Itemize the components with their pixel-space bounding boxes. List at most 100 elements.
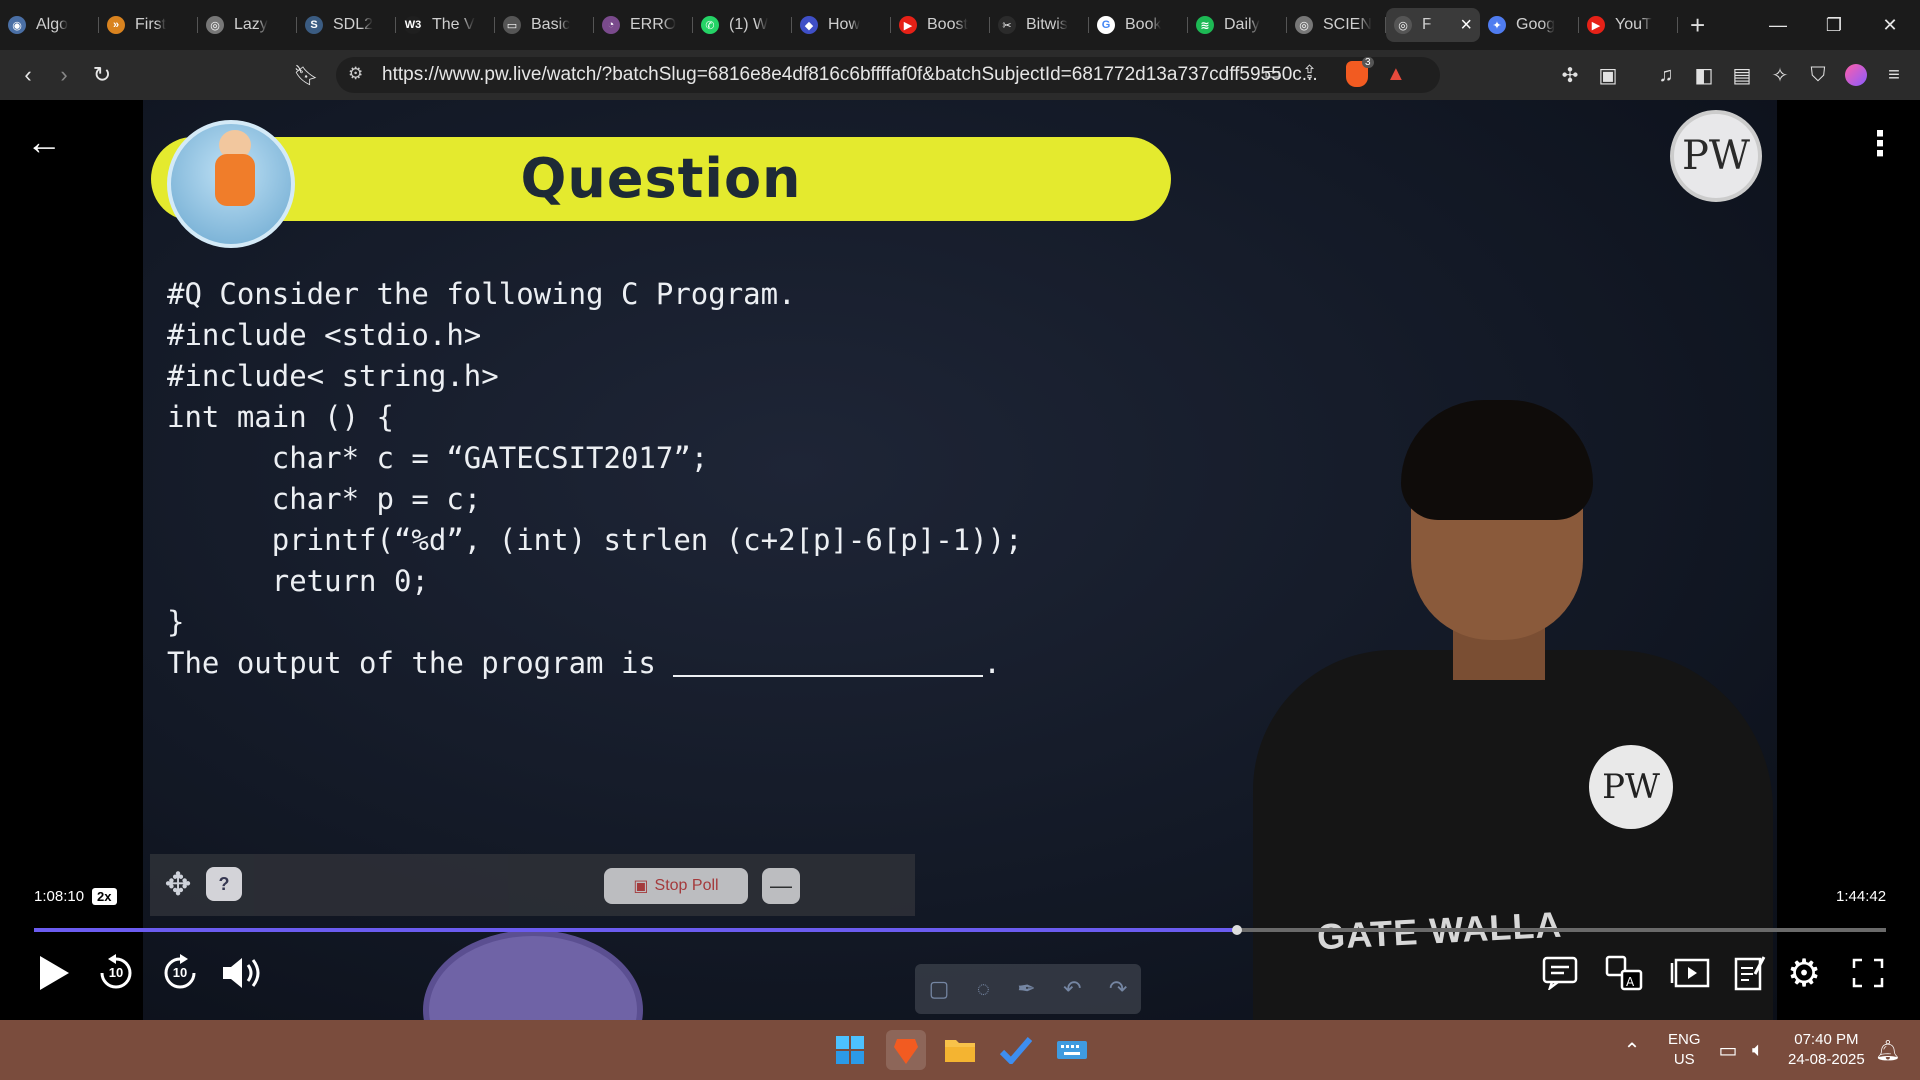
stop-poll-button[interactable]: ▣ Stop Poll: [604, 868, 748, 904]
restore-window-icon[interactable]: ❐: [1806, 0, 1862, 50]
browser-tab[interactable]: ✆ (1) W: [693, 8, 792, 42]
windows-start-icon[interactable]: [830, 1030, 870, 1070]
speaker-icon[interactable]: 🔈︎: [1738, 1030, 1778, 1070]
file-explorer-icon[interactable]: [940, 1030, 980, 1070]
brave-rewards-icon[interactable]: ▲: [1386, 63, 1406, 86]
region-code: US: [1673, 1051, 1695, 1068]
banner-title: Question: [520, 147, 802, 210]
close-tab-icon[interactable]: ×: [1460, 14, 1472, 37]
volume-icon[interactable]: [218, 949, 266, 997]
teacher-image: PW GATE WALLA: [1253, 400, 1773, 1020]
browser-tab[interactable]: ◉ Algo: [0, 8, 99, 42]
code-line: #include< string.h>: [167, 359, 499, 393]
wallet-icon[interactable]: ▤: [1728, 60, 1756, 90]
reload-icon[interactable]: ↻: [84, 57, 120, 93]
notes-icon[interactable]: [1728, 949, 1772, 997]
tab-title: YouT: [1615, 16, 1652, 33]
browser-tab[interactable]: ◎ SCIEN: [1287, 8, 1386, 42]
browser-tab[interactable]: S SDL2: [297, 8, 396, 42]
rewind-10-button[interactable]: 10: [94, 949, 138, 997]
browser-tab[interactable]: » First: [99, 8, 198, 42]
show-hidden-icons-icon[interactable]: ⌃: [1612, 1030, 1652, 1070]
video-player[interactable]: Question PW #Q Consider the following C …: [0, 100, 1920, 1020]
browser-tab[interactable]: G Book: [1089, 8, 1188, 42]
speed-badge[interactable]: 2x: [92, 888, 117, 905]
browser-tab[interactable]: ▶ Boost: [891, 8, 990, 42]
browser-tab[interactable]: ≋ Daily: [1188, 8, 1287, 42]
browser-tab[interactable]: W3 The V: [396, 8, 495, 42]
output-question-text: The output of the program is: [167, 646, 674, 680]
extensions-icon[interactable]: ✣: [1556, 60, 1584, 90]
share-icon[interactable]: ⇪: [1302, 62, 1317, 83]
back-icon[interactable]: ‹: [10, 57, 46, 93]
code-line: char* p = c;: [167, 482, 482, 516]
keyboard-icon[interactable]: [1052, 1030, 1092, 1070]
output-question-line: The output of the program is .: [167, 643, 1023, 684]
close-window-icon[interactable]: ✕: [1862, 0, 1918, 50]
menu-icon[interactable]: ≡: [1880, 60, 1908, 90]
tab-favicon-icon: ◎: [206, 16, 224, 34]
stop-icon: ▣: [633, 878, 649, 895]
more-options-icon[interactable]: ⋮: [1863, 124, 1897, 164]
tab-strip: ◉ Algo » First ◎ Lazy S SDL2 W3 The V ▭ Basic ◔ ERRO ✆…: [0, 0, 1920, 50]
browser-tab[interactable]: ◆ How: [792, 8, 891, 42]
cast-icon[interactable]: ▭: [1264, 63, 1281, 84]
play-icon[interactable]: [32, 949, 76, 997]
tab-title: Book: [1125, 16, 1162, 33]
minimize-window-icon[interactable]: —: [1750, 0, 1806, 50]
svg-text:A: A: [1626, 975, 1635, 989]
browser-tab[interactable]: ✂ Bitwis: [990, 8, 1089, 42]
tab-favicon-icon: ◎: [1295, 16, 1313, 34]
todo-icon[interactable]: [996, 1030, 1036, 1070]
slides-icon[interactable]: [1668, 949, 1712, 997]
chat-icon[interactable]: [1538, 949, 1582, 997]
total-time: 1:44:42: [1836, 888, 1887, 905]
tab-title: ERRO: [630, 16, 677, 33]
os-taskbar: ⌃ ENG US ▭ 🔈︎ 07:40 PM 24-08-2025 🔔︎: [0, 1020, 1920, 1080]
language-indicator[interactable]: ENG US: [1668, 1030, 1701, 1070]
tab-favicon-icon: ✂: [998, 16, 1016, 34]
reader-icon[interactable]: ▣: [1594, 60, 1622, 90]
site-settings-icon[interactable]: ⚙: [348, 64, 363, 84]
mascot-illustration: [167, 120, 295, 248]
brave-taskbar-icon[interactable]: [886, 1030, 926, 1070]
forward-icon[interactable]: ›: [46, 57, 82, 93]
translate-icon[interactable]: A: [1602, 949, 1646, 997]
browser-tab[interactable]: ◎ Lazy: [198, 8, 297, 42]
forward-10-button[interactable]: 10: [158, 949, 202, 997]
browser-tab[interactable]: ✦ Goog: [1480, 8, 1579, 42]
notifications-bell-icon[interactable]: 🔔︎: [1868, 1030, 1908, 1070]
address-bar[interactable]: ⚙ https://www.pw.live/watch/?batchSlug=6…: [336, 57, 1440, 93]
seek-bar[interactable]: [34, 925, 1886, 935]
tab-title: How: [828, 16, 861, 33]
shields-count-badge: 3: [1362, 57, 1374, 68]
media-icon[interactable]: ♫: [1652, 60, 1680, 90]
bookmark-icon[interactable]: 🔖︎: [288, 57, 324, 93]
tab-favicon-icon: ✦: [1488, 16, 1506, 34]
help-button[interactable]: ?: [206, 867, 242, 901]
tab-title: (1) W: [729, 16, 769, 33]
clock[interactable]: 07:40 PM 24-08-2025: [1788, 1030, 1865, 1070]
browser-tab[interactable]: ◔ ERRO: [594, 8, 693, 42]
minimize-poll-button[interactable]: —: [762, 868, 800, 904]
vpn-icon[interactable]: ⛉: [1804, 60, 1832, 90]
back-arrow-icon[interactable]: ←: [24, 121, 64, 162]
profile-icon[interactable]: [1842, 60, 1870, 90]
browser-tab[interactable]: ▭ Basic: [495, 8, 594, 42]
new-tab-icon[interactable]: +: [1690, 10, 1720, 41]
fullscreen-icon[interactable]: [1846, 949, 1890, 997]
lang-code: ENG: [1668, 1031, 1701, 1048]
tab-favicon-icon: ▶: [1587, 16, 1605, 34]
browser-tab[interactable]: ◎ F ×: [1386, 8, 1480, 42]
tab-title: Boost: [927, 16, 968, 33]
settings-gear-icon[interactable]: ⚙: [1782, 949, 1826, 997]
shirt-logo: PW: [1589, 745, 1673, 829]
tab-title: Daily: [1224, 16, 1260, 33]
tab-title: F: [1422, 16, 1432, 33]
browser-tab[interactable]: ▶ YouT: [1579, 8, 1678, 42]
leo-ai-icon[interactable]: ✧: [1766, 60, 1794, 90]
move-icon[interactable]: ✥: [158, 864, 198, 904]
tab-title: Bitwis: [1026, 16, 1068, 33]
sidebar-icon[interactable]: ◧: [1690, 60, 1718, 90]
tab-title: Basic: [531, 16, 571, 33]
